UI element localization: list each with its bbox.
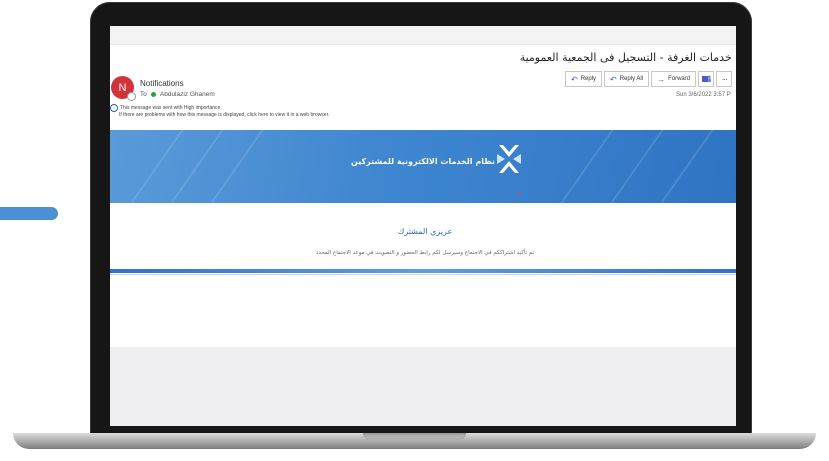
laptop-notch — [363, 433, 466, 440]
reply-all-label: Reply All — [619, 76, 644, 82]
greeting: عزيزي المشترك — [397, 227, 453, 236]
side-accent-bar — [0, 207, 58, 220]
email-subject-text: بوابة خدمات الغرفة - التسجيل فى الجمعية … — [519, 51, 736, 64]
more-icon: ··· — [721, 74, 728, 84]
recipient-row: To Abdulaziz Ghanem — [140, 91, 215, 98]
window-top-band — [110, 26, 736, 45]
recipient-status-icon — [150, 92, 156, 97]
reply-label: Reply — [580, 76, 597, 82]
email-banner: نظام الخدمات الالكترونية للمشتركين — [110, 130, 736, 203]
message-body: تم تأكيد اشتراككم في الاجتماع وسيرسل لكم… — [315, 250, 535, 256]
services-logo-icon — [497, 145, 521, 173]
reply-button[interactable]: ↶ Reply — [565, 71, 603, 87]
reply-all-button[interactable]: ↶ Reply All — [604, 71, 650, 87]
forward-label: Forward — [668, 76, 691, 82]
to-label: To — [140, 91, 147, 98]
forward-button[interactable]: → Forward — [651, 71, 697, 87]
banner-title: نظام الخدمات الالكترونية للمشتركين — [351, 157, 495, 166]
reply-all-icon: ↶ — [610, 74, 617, 84]
sent-date: Sun 3/6/2022 3:57 P — [676, 92, 731, 98]
reply-icon: ↶ — [571, 74, 578, 84]
email-subject: بوابة خدمات الغرفة - التسجيل فى الجمعية … — [110, 51, 736, 71]
info-icon: i — [110, 104, 118, 112]
message-notice: i This message was sent with High importa… — [110, 104, 329, 119]
display-notice[interactable]: If there are problems with how this mess… — [110, 112, 329, 119]
teams-button[interactable] — [698, 71, 715, 87]
sender-name[interactable]: Notifications — [140, 79, 184, 88]
content-divider-shadow — [110, 274, 736, 275]
content-divider — [110, 269, 736, 273]
presence-status-icon — [127, 92, 136, 101]
forward-icon: → — [657, 74, 666, 84]
teams-icon — [701, 75, 711, 82]
more-options-button[interactable]: ··· — [716, 71, 733, 87]
banner-dot — [518, 192, 520, 194]
avatar-letter: N — [118, 81, 127, 94]
importance-notice: i This message was sent with High importa… — [110, 104, 329, 112]
laptop-screen: بوابة خدمات الغرفة - التسجيل فى الجمعية … — [110, 26, 736, 426]
email-actions: ↶ Reply ↶ Reply All → Forward ··· — [565, 71, 733, 87]
email-footer — [110, 347, 736, 426]
importance-text: This message was sent with High importan… — [120, 104, 222, 111]
recipient-name[interactable]: Abdulaziz Ghanem — [160, 91, 215, 98]
